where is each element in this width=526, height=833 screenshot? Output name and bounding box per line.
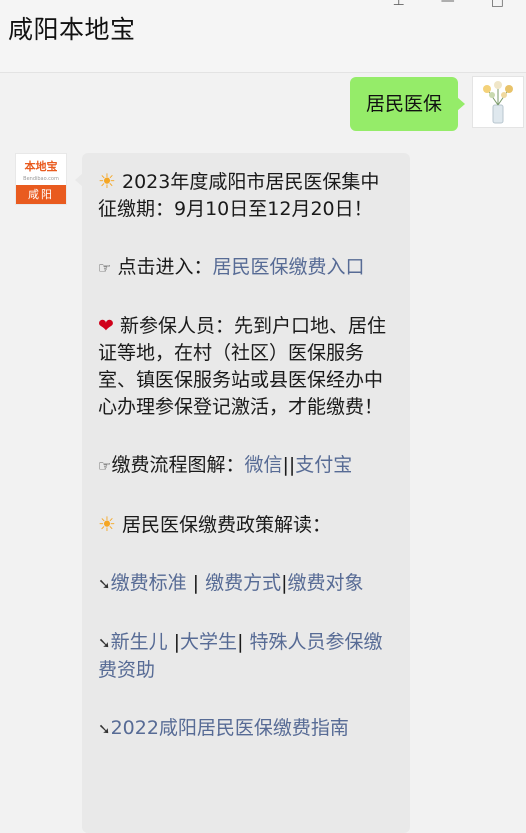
chat-area[interactable]: 居民医保 本地宝 Bendibao.com 咸阳 ☀ 2023年度咸阳市居民医保…: [0, 73, 526, 833]
official-account-avatar[interactable]: 本地宝 Bendibao.com 咸阳: [15, 153, 67, 205]
process-paragraph: ☞缴费流程图解：微信||支付宝: [98, 454, 353, 476]
entry-paragraph: ☞ 点击进入：居民医保缴费入口: [98, 256, 365, 278]
pointing-hand-icon: ☞: [98, 259, 112, 277]
pointing-hand-icon: ☞: [98, 457, 112, 475]
fee-standard-link[interactable]: 缴费标准: [111, 572, 187, 594]
arrow-icon: ➘: [98, 575, 111, 593]
arrow-icon: ➘: [98, 634, 111, 652]
logo-text: 本地宝: [24, 160, 58, 173]
window-controls: ⊥ — □: [393, 0, 504, 8]
sun-icon: ☀: [98, 512, 116, 536]
policy-heading: ☀ 居民医保缴费政策解读：: [98, 512, 331, 536]
policy-links-2: ➘新生儿 |大学生| 特殊人员参保缴费资助: [98, 631, 383, 681]
minimize-icon[interactable]: —: [441, 0, 455, 8]
wechat-link[interactable]: 微信: [244, 454, 282, 476]
guide-2022-link[interactable]: 2022咸阳居民医保缴费指南: [111, 717, 349, 739]
arrow-icon: ➘: [98, 720, 111, 738]
payment-entry-link[interactable]: 居民医保缴费入口: [213, 256, 365, 278]
new-enrollee-paragraph: ❤ 新参保人员：先到户口地、居住证等地，在村（社区）医保服务室、镇医保服务站或县…: [98, 315, 386, 418]
title-bar: 咸阳本地宝 ⊥ — □: [0, 0, 526, 73]
outgoing-message[interactable]: 居民医保: [349, 77, 466, 131]
incoming-message[interactable]: ☀ 2023年度咸阳市居民医保集中征缴期：9月10日至12月20日！ ☞ 点击进…: [75, 153, 410, 833]
logo-city: 咸阳: [16, 185, 66, 204]
sun-icon: ☀: [98, 169, 116, 193]
heart-icon: ❤: [98, 315, 114, 337]
guide-paragraph: ➘2022咸阳居民医保缴费指南: [98, 715, 396, 743]
alipay-link[interactable]: 支付宝: [295, 454, 352, 476]
flower-vase-icon: [483, 81, 513, 124]
payment-target-link[interactable]: 缴费对象: [288, 572, 364, 594]
college-student-link[interactable]: 大学生: [180, 631, 237, 653]
policy-links-1: ➘缴费标准 | 缴费方式|缴费对象: [98, 572, 364, 594]
pin-icon[interactable]: ⊥: [393, 0, 405, 8]
payment-method-link[interactable]: 缴费方式: [205, 572, 281, 594]
chat-title: 咸阳本地宝: [8, 15, 136, 44]
collection-period-paragraph: ☀ 2023年度咸阳市居民医保集中征缴期：9月10日至12月20日！: [98, 169, 380, 220]
my-avatar[interactable]: [472, 76, 524, 128]
newborn-link[interactable]: 新生儿: [111, 631, 168, 653]
logo-subtext: Bendibao.com: [23, 176, 59, 182]
maximize-icon[interactable]: □: [491, 0, 504, 8]
